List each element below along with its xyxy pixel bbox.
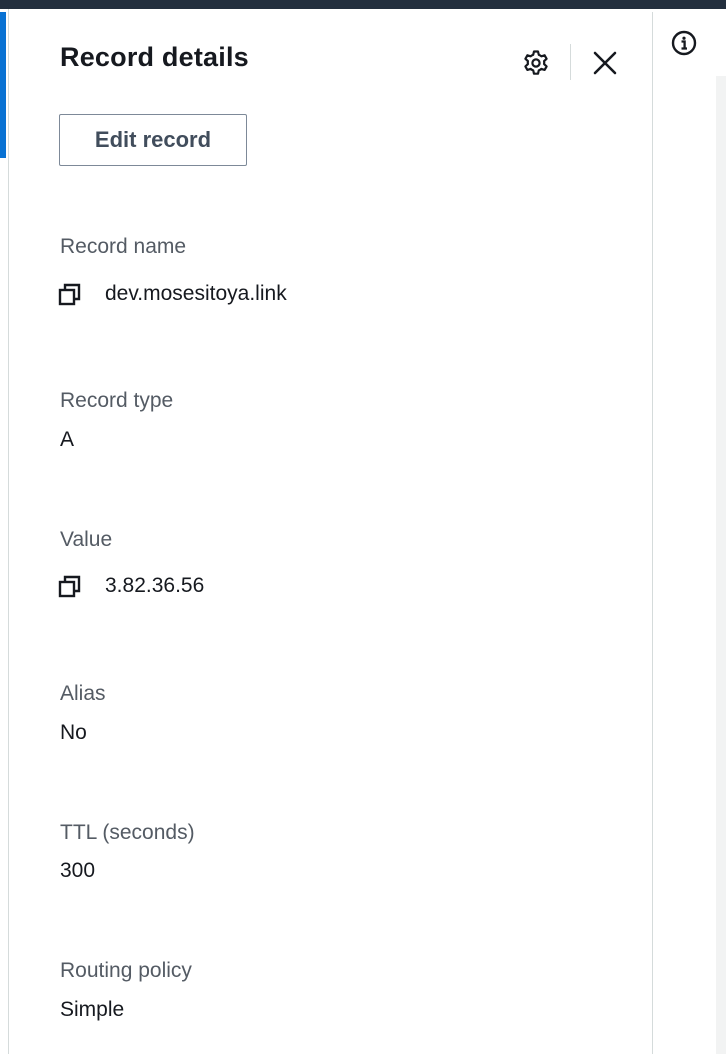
record-name-value: dev.mosesitoya.link [105,282,287,305]
close-icon[interactable] [590,48,620,78]
ttl-label: TTL (seconds) [60,821,195,844]
record-type-label: Record type [60,389,174,412]
header-separator [570,44,571,80]
record-name-label: Record name [60,235,187,258]
edit-record-button[interactable]: Edit record [59,114,247,166]
scrollbar[interactable] [716,76,726,1054]
routing-policy-value: Simple [60,998,125,1021]
top-navigation-bar [0,0,726,9]
routing-policy-label: Routing policy [60,959,192,982]
copy-icon[interactable] [58,575,82,599]
value-value: 3.82.36.56 [105,574,205,597]
left-accent-bar [0,12,6,158]
ttl-value: 300 [60,859,96,882]
alias-value: No [60,721,87,744]
record-type-value: A [60,428,75,451]
panel-title: Record details [60,42,249,72]
alias-label: Alias [60,682,106,705]
info-icon[interactable] [671,30,697,56]
gear-icon[interactable] [521,48,551,78]
copy-icon[interactable] [58,283,82,307]
value-label: Value [60,528,113,551]
left-panel-edge [0,9,9,1054]
